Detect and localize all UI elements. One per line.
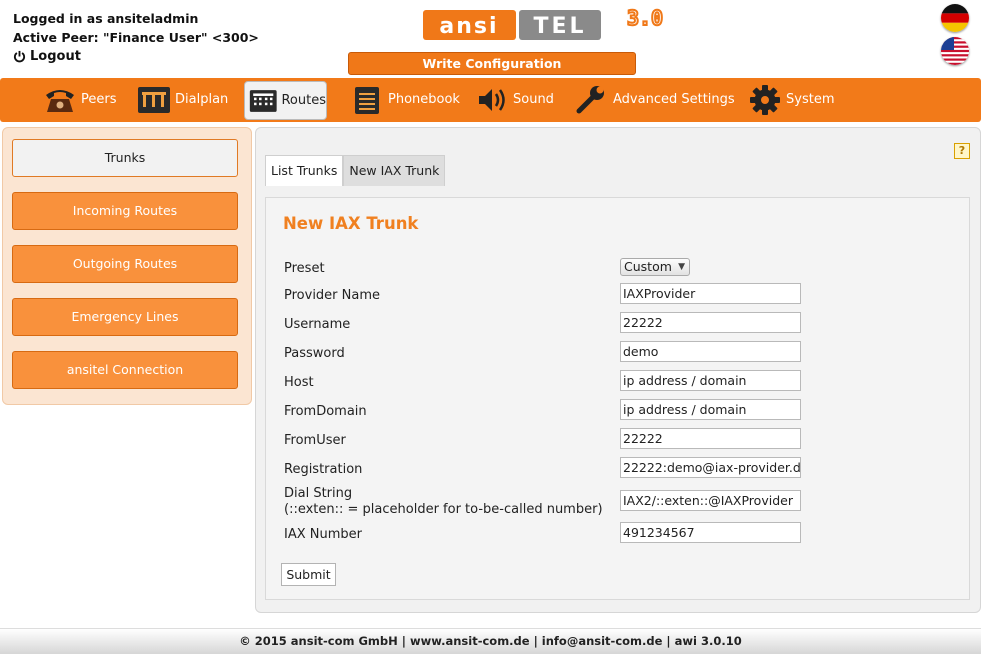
preset-select[interactable]: Custom ▼ — [620, 258, 690, 276]
username-label: Username — [284, 317, 351, 332]
submit-button[interactable]: Submit — [281, 563, 336, 586]
sidebar-item-incoming-routes[interactable]: Incoming Routes — [12, 192, 238, 230]
username-input[interactable]: 22222 — [620, 312, 801, 333]
registration-input[interactable]: 22222:demo@iax-provider.de — [620, 457, 801, 478]
sidebar-item-ansitel-connection[interactable]: ansitel Connection — [12, 351, 238, 389]
nav-item-peers[interactable]: Peers — [43, 81, 117, 118]
german-flag-icon[interactable] — [941, 4, 969, 32]
logo-version: 3.0 — [627, 6, 663, 30]
active-peer-text: Active Peer: "Finance User" <300> — [13, 30, 259, 45]
logout-label: Logout — [30, 49, 81, 64]
speaker-icon — [479, 88, 505, 111]
form-title: New IAX Trunk — [283, 214, 419, 233]
dial-string-input[interactable]: IAX2/::exten::@IAXProvider — [620, 490, 801, 511]
iax-number-label: IAX Number — [284, 527, 362, 542]
sidebar-item-outgoing-routes[interactable]: Outgoing Routes — [12, 245, 238, 283]
tab-list-trunks[interactable]: List Trunks — [265, 155, 344, 186]
nav-item-phonebook[interactable]: Phonebook — [352, 81, 460, 118]
help-icon[interactable]: ? — [954, 143, 970, 159]
notebook-icon — [355, 86, 379, 114]
tab-bar: List Trunks New IAX Trunk — [265, 155, 446, 186]
logo-text-ansi: ansi — [439, 14, 498, 39]
us-flag-icon[interactable] — [941, 37, 969, 65]
user-info: Logged in as ansiteladmin Active Peer: "… — [13, 9, 259, 66]
nav-item-dialplan[interactable]: Dialplan — [137, 81, 228, 118]
host-label: Host — [284, 375, 314, 390]
nav-item-label: Advanced Settings — [613, 92, 735, 107]
logo-text-tel: TEL — [533, 14, 586, 39]
nav-item-sound[interactable]: Sound — [477, 81, 554, 118]
chevron-down-icon: ▼ — [678, 262, 685, 272]
registration-label: Registration — [284, 462, 363, 477]
preset-value: Custom — [624, 259, 672, 274]
sidebar-item-emergency-lines[interactable]: Emergency Lines — [12, 298, 238, 336]
trunk-form — [265, 197, 970, 600]
nav-item-label: Routes — [281, 93, 326, 108]
nav-item-label: Sound — [513, 92, 554, 107]
logout-link[interactable]: Logout — [13, 47, 259, 66]
dial-string-label: Dial String — [284, 486, 353, 501]
routes-icon — [249, 89, 277, 112]
nav-item-routes[interactable]: Routes — [244, 81, 327, 120]
nav-item-label: Phonebook — [388, 92, 460, 107]
fromuser-label: FromUser — [284, 433, 346, 448]
sidebar-item-trunks[interactable]: Trunks — [12, 139, 238, 177]
preset-label: Preset — [284, 261, 325, 276]
ansitel-logo: ansi TEL 3.0 — [423, 6, 664, 40]
dial-string-hint: (::exten:: = placeholder for to-be-calle… — [284, 502, 603, 517]
fromuser-input[interactable]: 22222 — [620, 428, 801, 449]
write-configuration-button[interactable]: Write Configuration — [348, 52, 636, 75]
header: Logged in as ansiteladmin Active Peer: "… — [0, 0, 988, 78]
password-label: Password — [284, 346, 345, 361]
fromdomain-input[interactable]: ip address / domain — [620, 399, 801, 420]
logged-in-text: Logged in as ansiteladmin — [13, 11, 199, 26]
footer: © 2015 ansit-com GmbH | www.ansit-com.de… — [0, 628, 981, 654]
tab-new-iax-trunk[interactable]: New IAX Trunk — [343, 155, 446, 186]
fromdomain-label: FromDomain — [284, 404, 367, 419]
power-icon — [13, 50, 26, 63]
host-input[interactable]: ip address / domain — [620, 370, 801, 391]
wrench-icon — [576, 85, 604, 113]
provider-name-input[interactable]: IAXProvider — [620, 283, 801, 304]
nav-item-advanced-settings[interactable]: Advanced Settings — [575, 81, 735, 118]
dialplan-icon — [138, 86, 170, 113]
password-input[interactable]: demo — [620, 341, 801, 362]
nav-item-label: Dialplan — [175, 92, 229, 107]
sidebar: Trunks Incoming Routes Outgoing Routes E… — [2, 127, 252, 405]
iax-number-input[interactable]: 491234567 — [620, 522, 801, 543]
main-navigation: Peers Dialplan Routes Phonebook Sound Ad… — [0, 78, 981, 122]
provider-name-label: Provider Name — [284, 288, 381, 303]
nav-item-label: Peers — [81, 92, 117, 107]
nav-item-system[interactable]: System — [748, 81, 834, 118]
telephone-icon — [46, 89, 74, 112]
nav-item-label: System — [786, 92, 835, 107]
gear-icon — [750, 84, 780, 115]
